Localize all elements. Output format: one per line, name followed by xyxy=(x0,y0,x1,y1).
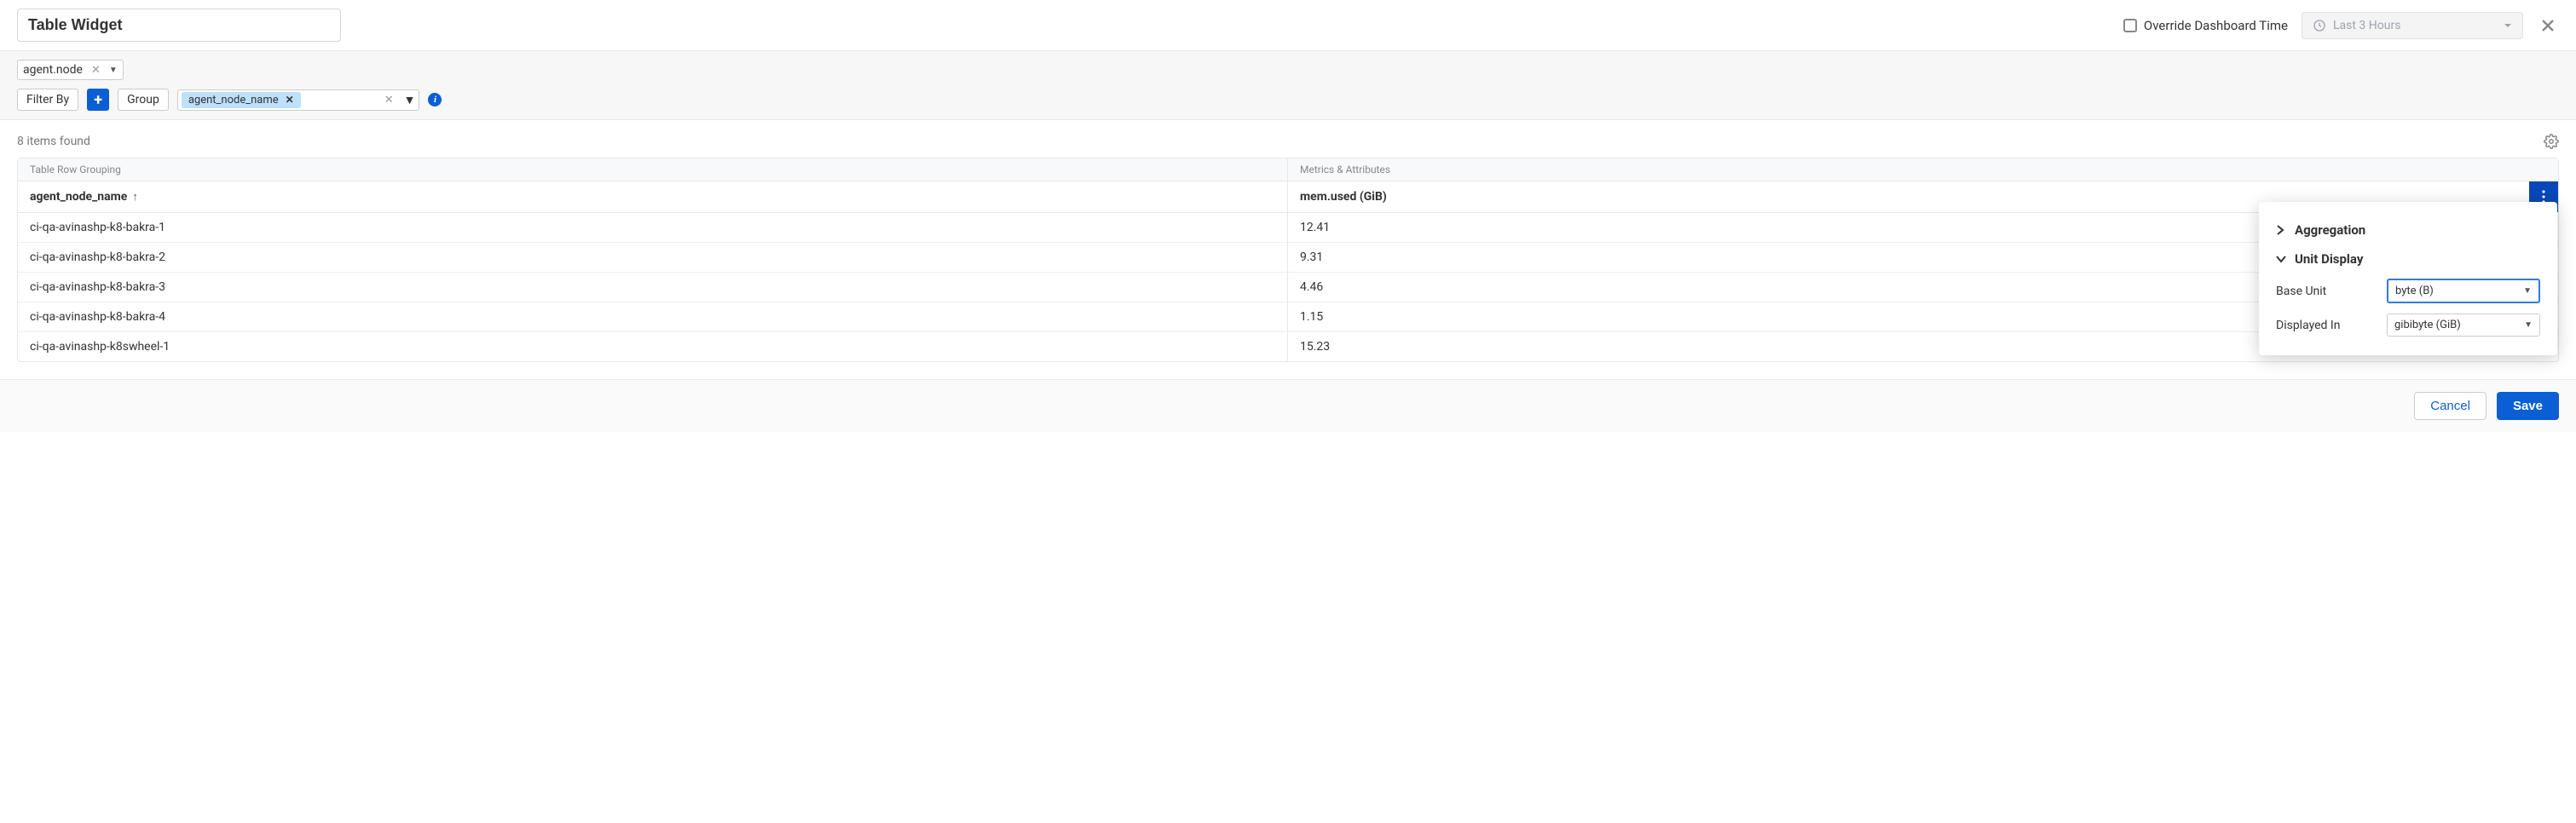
remove-group-tag-icon[interactable]: ✕ xyxy=(286,94,294,106)
displayed-in-label: Displayed In xyxy=(2276,319,2378,332)
column-header-name[interactable]: agent_node_name ↑ xyxy=(18,181,1288,212)
chevron-right-icon xyxy=(2276,225,2288,235)
cell-name: ci-qa-avinashp-k8-bakra-2 xyxy=(18,243,1288,272)
add-filter-button[interactable]: + xyxy=(87,89,109,111)
table-row[interactable]: ci-qa-avinashp-k8-bakra-29.31 xyxy=(18,243,2558,273)
override-label: Override Dashboard Time xyxy=(2144,18,2288,33)
aggregation-section[interactable]: Aggregation xyxy=(2276,216,2540,245)
base-unit-row: Base Unit byte (B) ▼ xyxy=(2276,273,2540,308)
grouping-header: Table Row Grouping xyxy=(18,158,1288,181)
group-label: Group xyxy=(118,89,169,111)
chevron-down-icon: ▼ xyxy=(2524,320,2533,330)
chevron-down-icon xyxy=(2276,255,2288,263)
table-row[interactable]: ci-qa-avinashp-k8-bakra-34.46 xyxy=(18,273,2558,302)
override-checkbox[interactable] xyxy=(2123,19,2137,32)
override-time-toggle[interactable]: Override Dashboard Time xyxy=(2123,18,2288,33)
footer: Cancel Save xyxy=(0,379,2576,432)
table-super-header: Table Row Grouping Metrics & Attributes xyxy=(18,158,2558,181)
cell-name: ci-qa-avinashp-k8-bakra-1 xyxy=(18,213,1288,242)
save-button[interactable]: Save xyxy=(2497,392,2559,420)
base-unit-select[interactable]: byte (B) ▼ xyxy=(2387,279,2540,303)
table-row[interactable]: ci-qa-avinashp-k8-bakra-112.41 xyxy=(18,213,2558,243)
time-range-picker[interactable]: Last 3 Hours xyxy=(2302,12,2523,39)
displayed-in-value: gibibyte (GiB) xyxy=(2394,319,2461,331)
table-row[interactable]: ci-qa-avinashp-k8swheel-115.23 xyxy=(18,332,2558,361)
data-table: Table Row Grouping Metrics & Attributes … xyxy=(17,158,2559,362)
clear-group-icon[interactable]: ✕ xyxy=(379,94,399,106)
time-range-label: Last 3 Hours xyxy=(2333,19,2400,32)
sort-asc-icon: ↑ xyxy=(132,190,138,204)
chevron-down-icon[interactable]: ▼ xyxy=(109,66,118,75)
group-tag-label: agent_node_name xyxy=(188,94,279,106)
group-tag[interactable]: agent_node_name ✕ xyxy=(182,92,301,108)
aggregation-label: Aggregation xyxy=(2295,222,2365,238)
cell-name: ci-qa-avinashp-k8-bakra-4 xyxy=(18,302,1288,331)
base-unit-value: byte (B) xyxy=(2395,285,2434,297)
cancel-button[interactable]: Cancel xyxy=(2414,392,2486,420)
source-selector[interactable]: agent.node ✕ ▼ xyxy=(17,60,124,80)
query-bar: agent.node ✕ ▼ Filter By + Group agent_n… xyxy=(0,51,2576,120)
filter-by-label: Filter By xyxy=(17,89,78,111)
info-icon[interactable]: i xyxy=(428,93,442,106)
clear-source-icon[interactable]: ✕ xyxy=(88,64,104,77)
column-settings-popover: Aggregation Unit Display Base Unit byte … xyxy=(2259,202,2557,355)
close-button[interactable] xyxy=(2537,14,2559,37)
base-unit-label: Base Unit xyxy=(2276,285,2378,298)
content-area: 8 items found Table Row Grouping Metrics… xyxy=(0,120,2576,379)
metrics-header: Metrics & Attributes xyxy=(1288,158,2558,181)
table-row[interactable]: ci-qa-avinashp-k8-bakra-41.15 xyxy=(18,302,2558,332)
cell-name: ci-qa-avinashp-k8swheel-1 xyxy=(18,332,1288,361)
unit-display-section[interactable]: Unit Display xyxy=(2276,245,2540,273)
unit-display-label: Unit Display xyxy=(2295,251,2363,267)
displayed-in-row: Displayed In gibibyte (GiB) ▼ xyxy=(2276,308,2540,342)
table-body: ci-qa-avinashp-k8-bakra-112.41ci-qa-avin… xyxy=(18,213,2558,361)
clock-icon xyxy=(2313,19,2326,32)
results-count: 8 items found xyxy=(17,135,90,148)
group-selector[interactable]: agent_node_name ✕ ✕ ▼ xyxy=(177,89,420,111)
column-a-label: agent_node_name xyxy=(30,190,127,204)
chevron-down-icon xyxy=(2504,21,2512,30)
settings-button[interactable] xyxy=(2544,134,2559,149)
cell-name: ci-qa-avinashp-k8-bakra-3 xyxy=(18,273,1288,302)
chevron-down-icon[interactable]: ▼ xyxy=(404,93,416,107)
source-value: agent.node xyxy=(23,63,83,77)
displayed-in-select[interactable]: gibibyte (GiB) ▼ xyxy=(2387,314,2540,337)
widget-title-input[interactable] xyxy=(17,9,341,42)
chevron-down-icon: ▼ xyxy=(2523,286,2532,296)
top-bar: Override Dashboard Time Last 3 Hours xyxy=(0,0,2576,51)
table-header-row: agent_node_name ↑ mem.used (GiB) xyxy=(18,181,2558,213)
